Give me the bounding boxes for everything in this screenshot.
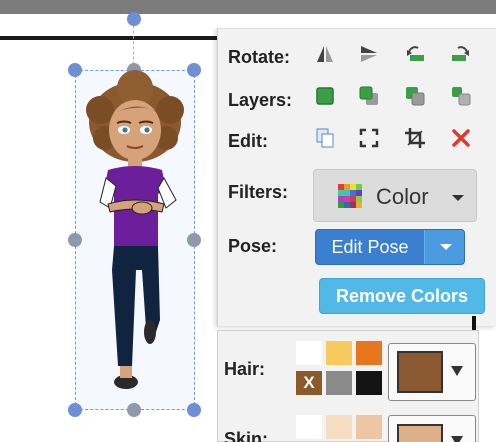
hair-swatch-black[interactable]	[356, 371, 382, 395]
resize-handle-bottom-right[interactable]	[187, 403, 201, 417]
hair-color-chip	[397, 351, 443, 393]
rotate-label: Rotate:	[228, 47, 290, 67]
filters-dropdown-label: Color	[376, 184, 429, 209]
skin-color-chip	[397, 424, 443, 442]
fullscreen-icon[interactable]	[358, 127, 380, 149]
hair-label: Hair:	[224, 359, 266, 379]
hair-color-dropdown[interactable]	[388, 343, 476, 401]
canvas-top-strip	[0, 0, 496, 14]
skin-swatch-tan[interactable]	[356, 415, 382, 439]
pose-label: Pose:	[228, 236, 278, 256]
edit-toolbar-panel: Rotate: Layers: Edit: Filters: Pose: Col…	[217, 28, 496, 326]
edit-pose-button[interactable]: Edit Pose	[316, 230, 424, 264]
skin-swatch-light[interactable]	[326, 415, 352, 439]
edit-pose-dropdown-toggle[interactable]	[424, 230, 464, 264]
remove-colors-button[interactable]: Remove Colors	[319, 278, 485, 314]
skin-color-dropdown[interactable]	[388, 415, 476, 442]
flip-horizontal-icon[interactable]	[314, 43, 336, 65]
layers-label: Layers:	[228, 90, 293, 110]
rotate-right-icon[interactable]	[450, 43, 472, 65]
rotate-handle[interactable]	[127, 12, 141, 26]
chevron-down-icon	[451, 436, 463, 442]
skin-label: Skin:	[224, 429, 269, 442]
resize-handle-bottom-left[interactable]	[68, 403, 82, 417]
bring-to-front-icon[interactable]	[314, 85, 336, 107]
edit-pose-split-button: Edit Pose	[315, 229, 465, 265]
send-backward-icon[interactable]	[404, 85, 426, 107]
skin-swatch-white[interactable]	[296, 415, 322, 439]
hair-swatch-grey[interactable]	[326, 371, 352, 395]
color-panel: Hair: Skin: X	[217, 330, 479, 442]
character-figure[interactable]	[80, 70, 190, 405]
canvas-border-line	[0, 36, 230, 40]
chevron-down-icon	[451, 366, 463, 376]
hair-swatch-blonde[interactable]	[326, 341, 352, 365]
hair-swatch-brown-selected[interactable]: X	[296, 371, 322, 395]
resize-handle-bottom[interactable]	[127, 403, 141, 417]
chevron-down-icon	[440, 244, 452, 250]
crop-icon[interactable]	[404, 127, 426, 149]
edit-label: Edit:	[228, 131, 268, 151]
color-grid-icon	[338, 184, 362, 208]
bring-forward-icon[interactable]	[358, 85, 380, 107]
delete-icon[interactable]	[450, 127, 472, 149]
send-to-back-icon[interactable]	[450, 85, 472, 107]
hair-swatch-orange[interactable]	[356, 341, 382, 365]
flip-vertical-icon[interactable]	[358, 43, 380, 65]
rotate-left-icon[interactable]	[404, 43, 426, 65]
filters-label: Filters:	[228, 182, 289, 202]
filters-dropdown[interactable]: Color	[313, 169, 477, 222]
hair-swatch-white[interactable]	[296, 341, 322, 365]
copy-icon[interactable]	[314, 127, 336, 149]
chevron-down-icon	[452, 195, 464, 201]
